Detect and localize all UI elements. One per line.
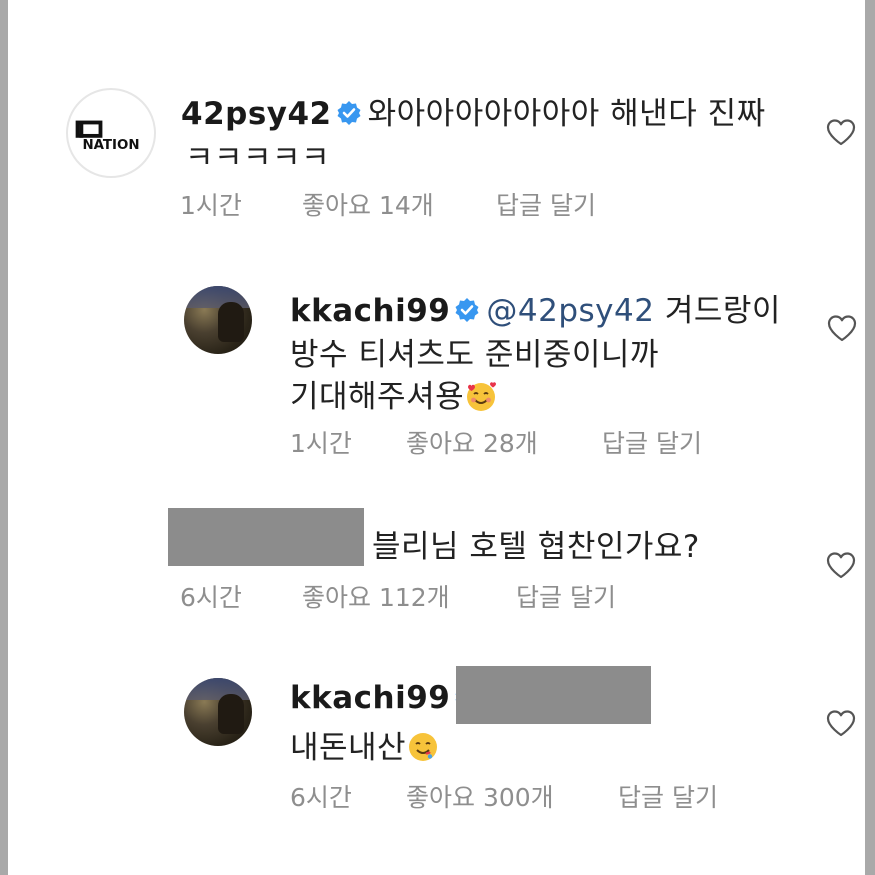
- comment-time: 1시간: [180, 191, 242, 220]
- comment-body-line2: ㅋㅋㅋㅋㅋ: [185, 140, 331, 176]
- likes-count[interactable]: 좋아요 112개: [302, 578, 450, 614]
- likes-count[interactable]: 좋아요 14개: [302, 186, 434, 222]
- reply-button[interactable]: 답글 달기: [618, 778, 718, 814]
- avatar[interactable]: [184, 286, 252, 354]
- mention-link[interactable]: @42psy42: [486, 293, 654, 329]
- comment-thread: NATION 42psy42 와아아아아아아아 해낸다 진짜 ㅋㅋㅋㅋㅋ 1시간 …: [8, 0, 865, 875]
- likes-count[interactable]: 좋아요 28개: [406, 424, 538, 460]
- comment-time: 6시간: [180, 583, 242, 612]
- verified-badge-icon: [337, 100, 361, 125]
- pnation-logo: NATION: [75, 120, 140, 153]
- avatar[interactable]: NATION: [66, 88, 156, 178]
- likes-count[interactable]: 좋아요 300개: [406, 778, 554, 814]
- reply-button[interactable]: 답글 달기: [496, 186, 596, 222]
- comment-body-line3: 기대해주셔용: [290, 371, 498, 416]
- comment-text: 42psy42 와아아아아아아아 해낸다 진짜: [181, 88, 766, 133]
- comment-body-line2: 방수 티셔츠도 준비중이니까: [290, 337, 659, 373]
- reply-button[interactable]: 답글 달기: [602, 424, 702, 460]
- heart-icon[interactable]: [827, 314, 857, 342]
- smiling-face-with-hearts-icon: [467, 381, 497, 411]
- comment-body: 내돈내산: [290, 722, 440, 767]
- comment-text: kkachi99 @42psy42 겨드랑이: [290, 285, 781, 330]
- redacted-mention: [456, 666, 651, 724]
- comment-time: 1시간: [290, 429, 352, 458]
- username[interactable]: kkachi99: [290, 680, 450, 716]
- comment-time: 6시간: [290, 783, 352, 812]
- heart-icon[interactable]: [826, 118, 856, 146]
- heart-icon[interactable]: [826, 551, 856, 579]
- verified-badge-icon: [455, 297, 479, 322]
- username[interactable]: 42psy42: [181, 96, 332, 132]
- redacted-username: [168, 508, 364, 566]
- comment-body: 겨드랑이: [664, 293, 781, 329]
- comment-body: 와아아아아아아아 해낸다 진짜: [367, 96, 766, 132]
- svg-text:NATION: NATION: [82, 138, 139, 153]
- comment-body: 블리님 호텔 협찬인가요?: [372, 529, 700, 565]
- reply-button[interactable]: 답글 달기: [516, 578, 616, 614]
- avatar[interactable]: [184, 678, 252, 746]
- username[interactable]: kkachi99: [290, 293, 450, 329]
- drooling-face-icon: [409, 732, 438, 761]
- heart-icon[interactable]: [826, 709, 856, 737]
